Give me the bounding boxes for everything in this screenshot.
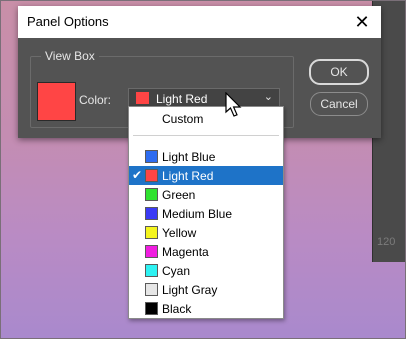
color-swatch: [145, 207, 158, 220]
dropdown-item-custom[interactable]: Custom: [129, 109, 283, 128]
dropdown-item[interactable]: Green: [129, 185, 283, 204]
background-number: 120: [377, 236, 396, 248]
dialog-title: Panel Options: [27, 14, 109, 29]
dropdown-item-label: Medium Blue: [162, 207, 233, 221]
dropdown-item-label: Custom: [162, 112, 204, 126]
dropdown-item[interactable]: Magenta: [129, 242, 283, 261]
color-swatch: [145, 169, 158, 182]
color-select[interactable]: Light Red ⌄: [128, 88, 280, 108]
dropdown-item[interactable]: Medium Blue: [129, 204, 283, 223]
dropdown-item-label: Green: [162, 188, 196, 202]
dropdown-item-label: Black: [162, 302, 192, 316]
selected-color-swatch: [136, 92, 149, 104]
color-swatch: [145, 264, 158, 277]
mouse-cursor-icon: [225, 92, 242, 117]
dropdown-item[interactable]: Yellow: [129, 223, 283, 242]
color-swatch: [145, 150, 158, 163]
dropdown-item[interactable]: Cyan: [129, 261, 283, 280]
ok-button[interactable]: OK: [309, 59, 369, 85]
chevron-down-icon: ⌄: [263, 91, 273, 103]
dropdown-item[interactable]: Black: [129, 299, 283, 318]
dropdown-item[interactable]: ✔ Light Red: [129, 166, 283, 185]
dropdown-item-label: Light Red: [162, 169, 214, 183]
close-icon[interactable]: ✕: [351, 11, 373, 33]
view-box-label: View Box: [41, 49, 99, 63]
dropdown-item-label: Light Blue: [162, 150, 216, 164]
color-label: Color:: [79, 93, 112, 107]
cancel-button[interactable]: Cancel: [310, 92, 368, 116]
color-swatch: [145, 245, 158, 258]
dropdown-item-label: Cyan: [162, 264, 191, 278]
dropdown-item-label: Magenta: [162, 245, 209, 259]
dropdown-item-label: Yellow: [162, 226, 197, 240]
color-swatch: [145, 226, 158, 239]
color-swatch: [145, 188, 158, 201]
dialog-titlebar: Panel Options ✕: [18, 6, 381, 38]
color-preview-swatch: [37, 82, 76, 121]
dropdown-item-label: Light Gray: [162, 283, 218, 297]
color-dropdown-list: Custom Light Blue ✔ Light Red Green Medium B…: [128, 106, 284, 319]
dropdown-item[interactable]: Light Gray: [129, 280, 283, 299]
dropdown-item[interactable]: Light Blue: [129, 147, 283, 166]
color-swatch: [145, 302, 158, 315]
checkmark-icon: ✔: [132, 168, 143, 182]
selected-color-label: Light Red: [156, 92, 208, 106]
dropdown-separator: [133, 135, 279, 136]
color-swatch: [145, 283, 158, 296]
